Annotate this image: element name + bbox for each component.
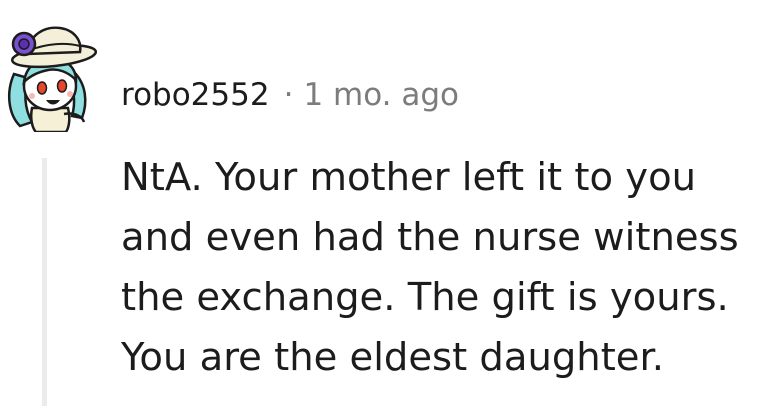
user-avatar-icon[interactable] [2, 22, 98, 134]
comment-timestamp[interactable]: 1 mo. ago [303, 77, 459, 113]
comment-body: NtA. Your mother left it to you and even… [121, 155, 739, 380]
snoo-avatar-icon [7, 26, 98, 134]
comment: robo2552 · 1 mo. ago NtA. Your mother le… [0, 0, 778, 406]
comment-author[interactable]: robo2552 [121, 77, 270, 113]
thread-collapse-line[interactable] [42, 158, 47, 406]
meta-separator: · [283, 77, 294, 113]
comment-header: robo2552 · 1 mo. ago [121, 73, 459, 117]
